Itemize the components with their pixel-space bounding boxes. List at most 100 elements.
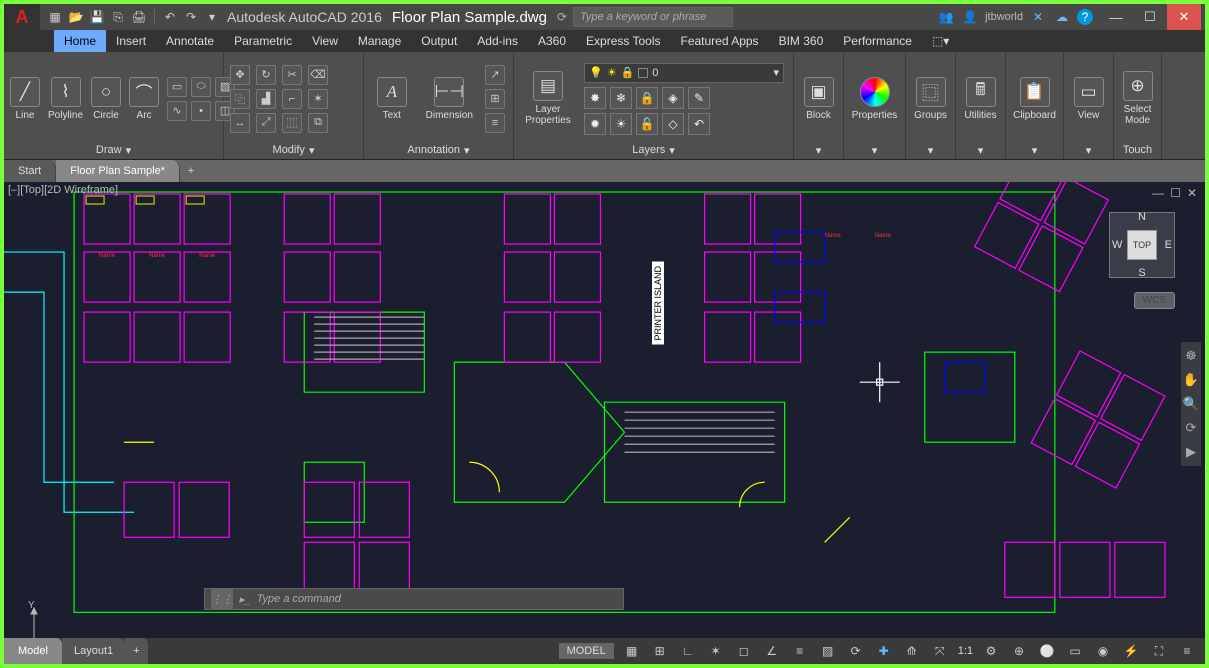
panel-annotation-title[interactable]: Annotation ▾ <box>370 141 507 159</box>
vp-close-icon[interactable]: ✕ <box>1187 186 1197 200</box>
nav-showmotion-icon[interactable]: ▶ <box>1186 444 1196 460</box>
properties-button[interactable]: Properties <box>850 77 899 121</box>
layer-properties-button[interactable]: ▤Layer Properties <box>520 71 576 126</box>
spline-icon[interactable]: ∿ <box>167 101 187 121</box>
file-tab-doc[interactable]: Floor Plan Sample* <box>56 160 180 182</box>
cleanscreen-icon[interactable]: ⛶ <box>1149 641 1169 661</box>
ortho-icon[interactable]: ∟ <box>678 641 698 661</box>
tab-output[interactable]: Output <box>411 30 467 52</box>
offset-icon[interactable]: ⧉ <box>308 113 328 133</box>
layer-thaw-icon[interactable]: ☀ <box>610 113 632 135</box>
layer-combo[interactable]: 💡☀🔒 0 ▾ <box>584 63 784 83</box>
nav-zoom-icon[interactable]: 🔍 <box>1183 396 1199 412</box>
qat-undo-icon[interactable]: ↶ <box>161 8 179 26</box>
tab-bim360[interactable]: BIM 360 <box>769 30 834 52</box>
maximize-button[interactable]: ☐ <box>1133 4 1167 30</box>
move-icon[interactable]: ✥ <box>230 65 250 85</box>
erase-icon[interactable]: ⌫ <box>308 65 328 85</box>
arc-button[interactable]: ⌒Arc <box>129 77 159 121</box>
lineweight-icon[interactable]: ≡ <box>790 641 810 661</box>
nav-pan-icon[interactable]: ✋ <box>1183 372 1199 388</box>
tab-featured[interactable]: Featured Apps <box>671 30 769 52</box>
nav-orbit-icon[interactable]: ⟳ <box>1186 420 1197 436</box>
nav-wheel-icon[interactable]: ☸ <box>1185 348 1197 364</box>
view-cube[interactable]: N E S W TOP <box>1109 212 1175 278</box>
wcs-badge[interactable]: WCS <box>1134 292 1175 309</box>
cycling-icon[interactable]: ⟳ <box>846 641 866 661</box>
clipboard-button[interactable]: 📋Clipboard <box>1012 77 1057 121</box>
qat-open-icon[interactable]: 📂 <box>67 8 85 26</box>
annoscale2-icon[interactable]: ⤧ <box>930 641 950 661</box>
layer-prev-icon[interactable]: ↶ <box>688 113 710 135</box>
qat-saveas-icon[interactable]: ⎘ <box>109 8 127 26</box>
mirror-icon[interactable]: ▟ <box>256 89 276 109</box>
tab-performance[interactable]: Performance <box>833 30 922 52</box>
layer-freeze-icon[interactable]: ❄ <box>610 87 632 109</box>
scale-label[interactable]: 1:1 <box>958 645 973 657</box>
layer-uniso-icon[interactable]: ◇ <box>662 113 684 135</box>
scale-icon[interactable]: ⤢ <box>256 113 276 133</box>
tab-a360[interactable]: A360 <box>528 30 576 52</box>
block-button[interactable]: ▣Block <box>800 77 837 121</box>
app-logo[interactable]: A <box>4 4 40 30</box>
select-mode-button[interactable]: ⊕Select Mode <box>1120 71 1155 126</box>
help-icon[interactable]: ? <box>1077 9 1093 25</box>
rectangle-icon[interactable]: ▭ <box>167 77 187 97</box>
layer-iso-icon[interactable]: ◈ <box>662 87 684 109</box>
user-name[interactable]: jtbworld <box>985 11 1023 23</box>
text-button[interactable]: AText <box>370 77 414 121</box>
viewport-label[interactable]: [–][Top][2D Wireframe] <box>8 184 118 196</box>
user-icon[interactable]: 👤 <box>961 8 979 26</box>
stretch-icon[interactable]: ↔ <box>230 113 250 133</box>
annomonitor-icon[interactable]: ✚ <box>874 641 894 661</box>
quickprops-icon[interactable]: ▭ <box>1065 641 1085 661</box>
snap-icon[interactable]: ⊞ <box>650 641 670 661</box>
hwaccel-icon[interactable]: ⚡ <box>1121 641 1141 661</box>
tab-addins[interactable]: Add-ins <box>467 30 528 52</box>
workspace-icon[interactable]: ⚙ <box>981 641 1001 661</box>
customize-icon[interactable]: ≡ <box>1177 641 1197 661</box>
panel-modify-title[interactable]: Modify ▾ <box>230 141 357 159</box>
rotate-icon[interactable]: ↻ <box>256 65 276 85</box>
close-button[interactable]: ✕ <box>1167 4 1201 30</box>
ellipse-icon[interactable]: ⬭ <box>191 77 211 97</box>
layer-off-icon[interactable]: ✸ <box>584 87 606 109</box>
status-mode[interactable]: MODEL <box>559 643 614 659</box>
tab-annotate[interactable]: Annotate <box>156 30 224 52</box>
polyline-button[interactable]: ⌇Polyline <box>48 77 83 121</box>
search-input[interactable]: Type a keyword or phrase <box>573 7 733 27</box>
trim-icon[interactable]: ✂ <box>282 65 302 85</box>
panel-layers-title[interactable]: Layers ▾ <box>520 141 787 159</box>
file-tab-add[interactable]: + <box>180 160 202 182</box>
exchange-icon[interactable]: ✕ <box>1029 8 1047 26</box>
units-icon[interactable]: ⚪ <box>1037 641 1057 661</box>
layer-lock2-icon[interactable]: 🔒 <box>636 87 658 109</box>
qat-redo-icon[interactable]: ↷ <box>182 8 200 26</box>
panel-draw-title[interactable]: Draw ▾ <box>10 141 217 159</box>
otrack-icon[interactable]: ∠ <box>762 641 782 661</box>
view-button[interactable]: ▭View <box>1070 77 1107 121</box>
line-button[interactable]: ╱Line <box>10 77 40 121</box>
qat-new-icon[interactable]: ▦ <box>46 8 64 26</box>
array-icon[interactable]: ⿲ <box>282 113 302 133</box>
annomonitor2-icon[interactable]: ⊕ <box>1009 641 1029 661</box>
qat-dropdown-icon[interactable]: ▾ <box>203 8 221 26</box>
vp-minimize-icon[interactable]: — <box>1152 186 1164 200</box>
table-icon[interactable]: ⊞ <box>485 89 505 109</box>
cmd-handle-icon[interactable]: ⋮⋮ <box>211 588 233 610</box>
ribbon-min-icon[interactable]: ⬚▾ <box>922 30 959 52</box>
copy-icon[interactable]: ⿻ <box>230 89 250 109</box>
osnap-icon[interactable]: ◻ <box>734 641 754 661</box>
file-tab-start[interactable]: Start <box>4 160 56 182</box>
sign-in-icon[interactable]: 👥 <box>937 8 955 26</box>
model-tab[interactable]: Model <box>4 638 62 664</box>
annoscale-icon[interactable]: ⟰ <box>902 641 922 661</box>
tab-parametric[interactable]: Parametric <box>224 30 302 52</box>
qat-plot-icon[interactable]: 🖨 <box>130 8 148 26</box>
command-line[interactable]: ⋮⋮ ▸_ Type a command <box>204 588 624 610</box>
tab-manage[interactable]: Manage <box>348 30 411 52</box>
circle-button[interactable]: ○Circle <box>91 77 121 121</box>
layer-match-icon[interactable]: ✎ <box>688 87 710 109</box>
transparency-icon[interactable]: ▨ <box>818 641 838 661</box>
tab-express[interactable]: Express Tools <box>576 30 670 52</box>
